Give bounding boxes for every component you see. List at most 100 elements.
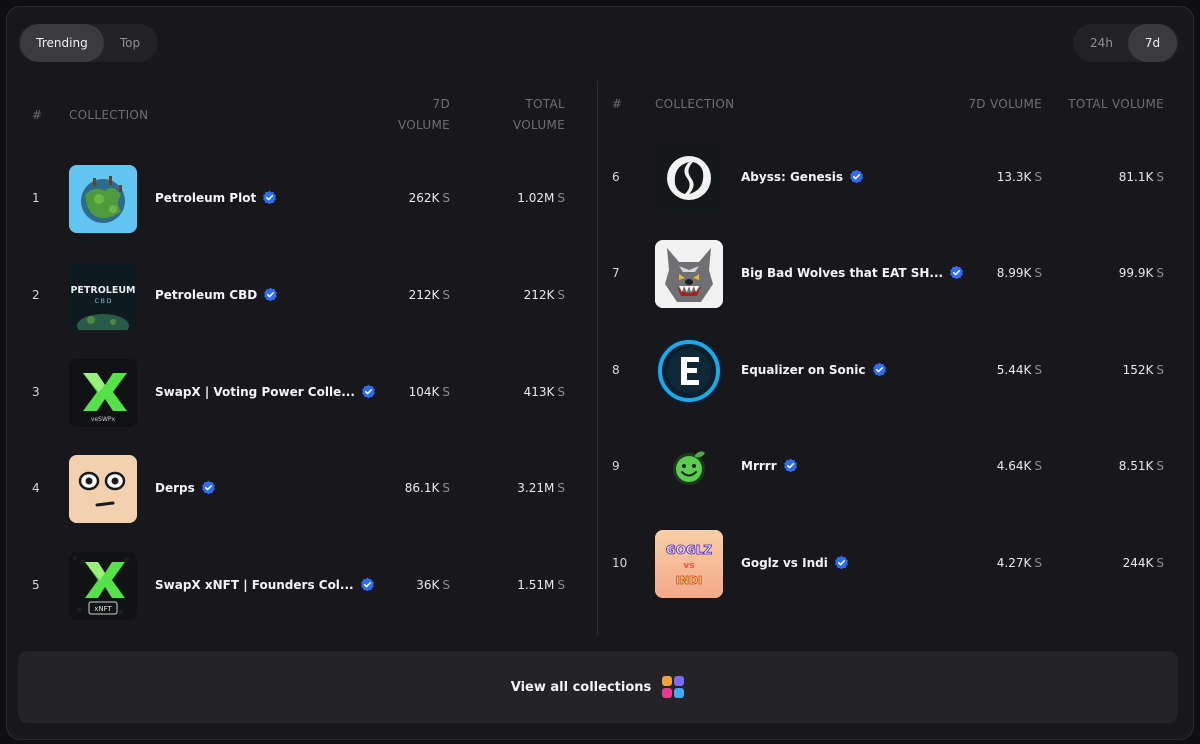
view-all-collections-button[interactable]: View all collections [18,651,1178,723]
header-total-line2: VOLUME [512,118,565,132]
thumb-text: GOGLZ [666,543,713,557]
row-rank: 5 [32,578,40,592]
volume-7d: 212K S [367,288,450,302]
volume-7d: 4.64K S [958,459,1042,473]
collection-name[interactable]: Abyss: Genesis [741,170,843,184]
collection-row[interactable]: 5 xNFT SwapX xNFT | Founders Col... 36K S… [7,552,597,620]
volume-7d-value: 5.44K [996,363,1032,377]
collection-row[interactable]: 6 Abyss: Genesis 13.3K S 81.1K S [598,144,1178,212]
trending-collections-panel: Trending Top 24h 7d # COLLECTION 7D VOLU… [6,6,1194,740]
tab-toggle: Trending Top [18,24,158,62]
volume-total-value: 3.21M [517,481,555,495]
row-rank: 9 [612,459,620,473]
collection-name-group: Equalizer on Sonic [741,362,887,377]
collection-name[interactable]: Derps [155,481,195,495]
collection-name[interactable]: SwapX xNFT | Founders Col... [155,578,354,592]
volume-total: 3.21M S [477,481,565,495]
tab-trending[interactable]: Trending [20,24,104,62]
volume-unit: S [1034,556,1042,570]
verified-badge-icon [264,287,278,302]
volume-total: 244K S [1068,556,1164,570]
collection-name-group: Abyss: Genesis [741,169,864,184]
derp-face-icon [69,455,137,523]
collection-row[interactable]: 4 Derps 86.1K S 3.21M S [7,455,597,523]
volume-total-value: 152K [1122,363,1154,377]
collection-thumbnail: PETROLEUM C B D [69,262,137,330]
header-7d-line2: VOLUME [397,118,450,132]
collection-name[interactable]: Petroleum Plot [155,191,256,205]
row-rank: 4 [32,481,40,495]
volume-7d: 8.99K S [958,266,1042,280]
collection-name[interactable]: Petroleum CBD [155,288,257,302]
collection-name[interactable]: Goglz vs Indi [741,556,828,570]
thumb-indi-text: INDI [676,574,703,587]
header-rank-right: # [612,97,623,111]
collection-name-group: SwapX xNFT | Founders Col... [155,577,375,592]
volume-7d-value: 8.99K [996,266,1032,280]
volume-unit: S [557,288,565,302]
thumb-text: PETROLEUM [70,285,135,296]
volume-7d-value: 36K [416,578,440,592]
volume-total-value: 99.9K [1118,266,1154,280]
goglz-logo-icon: GOGLZ vs INDI [655,530,723,598]
collection-name-group: Big Bad Wolves that EAT SH... [741,265,964,280]
collection-thumbnail [69,455,137,523]
row-rank: 10 [612,556,628,570]
volume-unit: S [1156,363,1164,377]
volume-unit: S [557,578,565,592]
period-24h[interactable]: 24h [1075,24,1128,62]
collection-name-group: SwapX | Voting Power Colle... [155,384,376,399]
volume-7d: 36K S [367,578,450,592]
collection-name[interactable]: Mrrrr [741,459,777,473]
collection-row[interactable]: 8 Equalizer on Sonic 5.44K S 152K S [598,337,1178,405]
planet-icon [69,165,137,233]
row-rank: 6 [612,170,620,184]
volume-total: 8.51K S [1068,459,1164,473]
collection-row[interactable]: 7 Big Bad Wolves that EAT SH... 8.99K S 9… [598,240,1178,308]
volume-7d-value: 4.27K [996,556,1032,570]
period-7d[interactable]: 7d [1127,24,1177,62]
collection-thumbnail: xNFT [69,552,137,620]
volume-unit: S [442,191,450,205]
collection-name[interactable]: Big Bad Wolves that EAT SH... [741,266,943,280]
volume-unit: S [1034,459,1042,473]
row-rank: 2 [32,288,40,302]
volume-unit: S [442,385,450,399]
volume-total: 99.9K S [1068,266,1164,280]
header-total-volume-right: TOTAL VOLUME [1068,97,1164,111]
equalizer-logo-icon [656,338,722,404]
tab-top[interactable]: Top [104,24,156,62]
volume-total: 81.1K S [1068,170,1164,184]
volume-7d: 4.27K S [958,556,1042,570]
volume-7d-value: 212K [408,288,440,302]
collection-row[interactable]: 3 veSWPx SwapX | Voting Power Colle... 1… [7,359,597,427]
volume-7d-value: 86.1K [404,481,440,495]
header-collection-right: COLLECTION [655,97,735,111]
volume-total-value: 413K [523,385,555,399]
header-collection-left: COLLECTION [69,108,149,122]
collection-thumbnail [655,240,723,308]
period-toggle: 24h 7d [1073,24,1179,62]
collection-row[interactable]: 9 Mrrrr 4.64K S 8.51K S [598,433,1178,501]
verified-badge-icon [783,458,797,473]
verified-badge-icon [201,480,215,495]
collection-row[interactable]: 2 PETROLEUM C B D Petroleum CBD 212K S 21… [7,262,597,330]
collection-name[interactable]: SwapX | Voting Power Colle... [155,385,355,399]
row-rank: 7 [612,266,620,280]
row-rank: 3 [32,385,40,399]
thumb-subtext: C B D [95,298,112,305]
volume-unit: S [1034,266,1042,280]
collection-thumbnail [655,433,723,501]
view-all-collections-label: View all collections [510,679,652,695]
collection-thumbnail: GOGLZ vs INDI [655,530,723,598]
volume-unit: S [1156,266,1164,280]
collection-name-group: Petroleum CBD [155,287,278,302]
volume-7d: 104K S [367,385,450,399]
header-rank-left: # [32,108,43,122]
collection-row[interactable]: 1 Petroleum Plot 262K S 1.02M S [7,165,597,233]
volume-7d-value: 13.3K [996,170,1032,184]
collection-name[interactable]: Equalizer on Sonic [741,363,866,377]
volume-unit: S [1034,170,1042,184]
volume-7d-value: 262K [408,191,440,205]
collection-row[interactable]: 10 GOGLZ vs INDI Goglz vs Indi 4.27K S 24… [598,530,1178,598]
